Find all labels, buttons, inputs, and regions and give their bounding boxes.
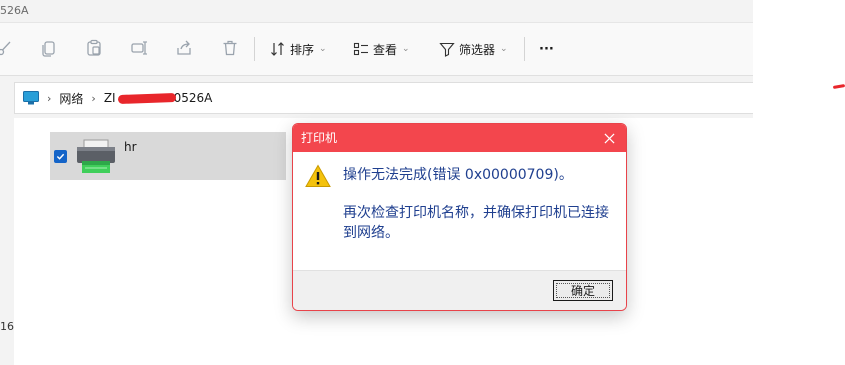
close-icon[interactable]: [600, 124, 618, 152]
printer-error-dialog: 打印机 操作无法完成(错误 0x00000709)。 再次检查打印机名称，并确保…: [292, 123, 627, 311]
dialog-title: 打印机: [301, 131, 338, 145]
printer-name: hr: [124, 140, 137, 154]
command-bar: 排序 ⌄ 查看 ⌄ 筛选器 ⌄ ···: [0, 22, 753, 76]
red-annotation-mark: [832, 83, 845, 90]
printer-icon: [77, 139, 115, 173]
chevron-down-icon: ⌄: [319, 44, 327, 54]
address-bar[interactable]: › 网络 › ZI 0526A: [14, 82, 753, 114]
printer-item[interactable]: hr: [50, 132, 286, 180]
chevron-right-icon: ›: [47, 91, 52, 105]
view-button[interactable]: 查看 ⌄: [353, 36, 410, 62]
filter-label: 筛选器: [459, 42, 496, 57]
item-checkbox[interactable]: [54, 150, 67, 163]
redaction-mark: [117, 92, 176, 104]
share-icon[interactable]: [173, 37, 195, 59]
breadcrumb-computer-suffix[interactable]: 0526A: [174, 91, 213, 105]
toolbar-divider: [254, 37, 255, 61]
more-options-button[interactable]: ···: [539, 36, 554, 62]
error-hint: 再次检查打印机名称，并确保打印机已连接到网络。: [343, 205, 609, 241]
computer-icon: [23, 91, 39, 105]
delete-icon[interactable]: [219, 37, 241, 59]
chevron-down-icon: ⌄: [500, 44, 508, 54]
copy-icon[interactable]: [38, 37, 60, 59]
rename-icon[interactable]: [128, 37, 150, 59]
filter-button[interactable]: 筛选器 ⌄: [439, 36, 508, 62]
sort-label: 排序: [290, 42, 315, 57]
chevron-down-icon: ⌄: [402, 44, 410, 54]
breadcrumb-computer-prefix[interactable]: ZI: [104, 91, 116, 105]
dialog-title-bar[interactable]: 打印机: [293, 124, 626, 152]
ok-button[interactable]: 确定: [553, 280, 613, 301]
error-message: 操作无法完成(错误 0x00000709)。: [343, 167, 573, 183]
cut-icon[interactable]: [0, 37, 16, 59]
paste-icon[interactable]: [83, 37, 105, 59]
toolbar-divider: [524, 37, 525, 61]
view-icon: [353, 42, 368, 56]
warning-icon: [305, 164, 331, 187]
dialog-footer: 确定: [293, 270, 626, 310]
view-label: 查看: [373, 42, 398, 57]
sort-icon: [271, 42, 284, 56]
window-title: 526A: [0, 0, 753, 22]
filter-icon: [439, 42, 455, 57]
breadcrumb-network[interactable]: 网络: [59, 90, 83, 107]
chevron-right-icon: ›: [91, 91, 96, 105]
sort-button[interactable]: 排序 ⌄: [270, 36, 327, 62]
